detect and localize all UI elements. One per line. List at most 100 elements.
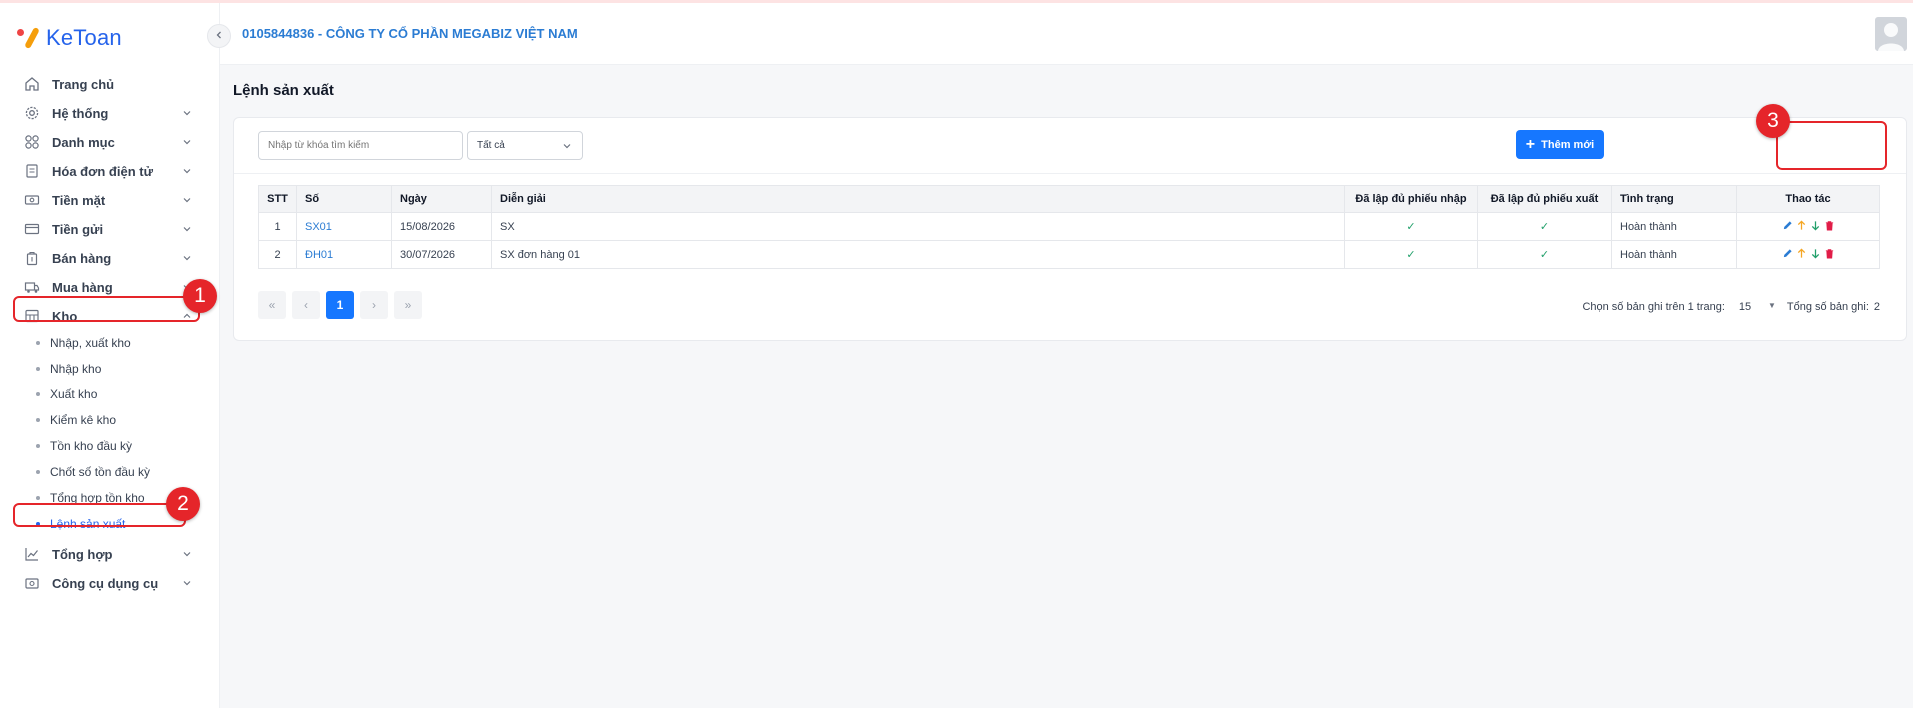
cell-ngay: 15/08/2026 bbox=[391, 212, 492, 241]
double-chevron-right-icon: » bbox=[404, 298, 412, 312]
status-filter-select[interactable]: Tất cả bbox=[467, 131, 583, 160]
sidebar-subitem-kiem-ke-kho[interactable]: Kiểm kê kho bbox=[14, 406, 190, 434]
annotation-box-kho bbox=[13, 296, 200, 322]
annotation-box-lenh-san-xuat bbox=[13, 503, 186, 527]
chevron-down-icon bbox=[180, 106, 194, 120]
annotation-badge-1: 1 bbox=[183, 279, 217, 313]
cell-tinh-trang: Hoàn thành bbox=[1611, 212, 1737, 241]
cell-tinh-trang: Hoàn thành bbox=[1611, 240, 1737, 269]
sidebar: KeToan Trang chủ Hệ thống Danh mục Hóa đ… bbox=[0, 3, 220, 708]
sidebar-item-label: Hệ thống bbox=[52, 105, 109, 121]
truck-icon bbox=[23, 278, 41, 296]
logo-mark bbox=[16, 26, 42, 50]
main-content: Lệnh sản xuất Tất cả + Thêm mới STT Số N… bbox=[220, 65, 1913, 708]
cell-so-link[interactable]: ĐH01 bbox=[296, 240, 392, 269]
sidebar-item-label: Tiền gửi bbox=[52, 221, 104, 237]
sidebar-subitem-label: Kiểm kê kho bbox=[50, 413, 117, 427]
sidebar-subitem-label: Nhập, xuất kho bbox=[50, 336, 131, 350]
sidebar-subitem-chot-so-ton[interactable]: Chốt số tồn đầu kỳ bbox=[14, 458, 190, 486]
table-header-row: STT Số Ngày Diễn giải Đã lập đủ phiếu nh… bbox=[258, 185, 1880, 213]
chevron-down-icon bbox=[180, 164, 194, 178]
sidebar-item-tien-gui[interactable]: Tiền gửi bbox=[14, 214, 200, 244]
chevron-down-icon bbox=[180, 251, 194, 265]
trash-icon[interactable] bbox=[1824, 248, 1835, 262]
column-header-phieu-xuat: Đã lập đủ phiếu xuất bbox=[1477, 185, 1612, 213]
collapse-sidebar-button[interactable] bbox=[207, 24, 231, 48]
sidebar-item-label: Mua hàng bbox=[52, 279, 113, 295]
arrow-down-icon[interactable] bbox=[1810, 248, 1821, 262]
bullet bbox=[36, 444, 40, 448]
cell-stt: 1 bbox=[258, 212, 297, 241]
edit-icon[interactable] bbox=[1782, 248, 1793, 262]
first-page-button[interactable]: « bbox=[258, 291, 286, 319]
bullet bbox=[36, 470, 40, 474]
chevron-down-icon bbox=[180, 547, 194, 561]
search-input[interactable] bbox=[258, 131, 463, 160]
invoice-icon bbox=[23, 162, 41, 180]
check-icon: ✓ bbox=[1406, 249, 1416, 261]
prev-page-button[interactable]: ‹ bbox=[292, 291, 320, 319]
sidebar-item-label: Danh mục bbox=[52, 134, 115, 150]
column-header-so: Số bbox=[296, 185, 392, 213]
double-chevron-left-icon: « bbox=[268, 298, 276, 312]
cell-so-link[interactable]: SX01 bbox=[296, 212, 392, 241]
column-header-phieu-nhap: Đã lập đủ phiếu nhập bbox=[1344, 185, 1478, 213]
arrow-down-icon[interactable] bbox=[1810, 220, 1821, 234]
column-header-thao-tac: Thao tác bbox=[1736, 185, 1880, 213]
sidebar-item-cong-cu[interactable]: Công cụ dụng cụ bbox=[14, 568, 200, 598]
sidebar-item-hoa-don[interactable]: Hóa đơn điện tử bbox=[14, 156, 200, 186]
check-icon: ✓ bbox=[1539, 221, 1550, 233]
add-new-button[interactable]: + Thêm mới bbox=[1516, 130, 1604, 159]
sidebar-item-danh-muc[interactable]: Danh mục bbox=[14, 127, 200, 157]
chart-icon bbox=[23, 545, 41, 563]
arrow-up-icon[interactable] bbox=[1796, 219, 1807, 234]
logo[interactable]: KeToan bbox=[16, 23, 122, 53]
total-label: Tổng số bản ghi: bbox=[1786, 301, 1869, 313]
avatar[interactable] bbox=[1875, 17, 1907, 51]
column-header-tinh-trang: Tình trạng bbox=[1611, 185, 1737, 213]
sidebar-item-he-thong[interactable]: Hệ thống bbox=[14, 98, 200, 128]
page-size-area: Chọn số bản ghi trên 1 trang: 15 ▼ Tổng … bbox=[1582, 296, 1880, 318]
sidebar-item-tong-hop[interactable]: Tổng hợp bbox=[14, 539, 200, 569]
table-row: 2 ĐH01 30/07/2026 SX đơn hàng 01 ✓ ✓ Hoà… bbox=[258, 240, 1880, 269]
last-page-button[interactable]: » bbox=[394, 291, 422, 319]
sidebar-subitem-label: Chốt số tồn đầu kỳ bbox=[50, 465, 151, 479]
sidebar-item-label: Trang chủ bbox=[52, 76, 115, 92]
sidebar-item-ban-hang[interactable]: Bán hàng bbox=[14, 243, 200, 273]
grid-icon bbox=[23, 133, 41, 151]
trash-icon[interactable] bbox=[1824, 220, 1835, 234]
page-button-current[interactable]: 1 bbox=[326, 291, 354, 319]
page-size-select[interactable]: 15 ▼ bbox=[1730, 296, 1782, 318]
sidebar-item-label: Bán hàng bbox=[52, 250, 112, 266]
cash-icon bbox=[23, 191, 41, 209]
home-icon bbox=[23, 75, 41, 93]
bullet bbox=[36, 341, 40, 345]
chevron-left-icon bbox=[214, 27, 224, 45]
annotation-box-add-new bbox=[1776, 121, 1887, 170]
production-orders-table: STT Số Ngày Diễn giải Đã lập đủ phiếu nh… bbox=[258, 185, 1880, 269]
sidebar-item-trang-chu[interactable]: Trang chủ bbox=[14, 69, 200, 99]
logo-text: KeToan bbox=[46, 25, 122, 50]
edit-icon[interactable] bbox=[1782, 220, 1793, 234]
sidebar-subitem-nhap-kho[interactable]: Nhập kho bbox=[14, 355, 190, 383]
sidebar-subitem-label: Tồn kho đầu kỳ bbox=[50, 439, 133, 453]
cell-phieu-nhap: ✓ bbox=[1344, 212, 1478, 241]
table-row: 1 SX01 15/08/2026 SX ✓ ✓ Hoàn thành bbox=[258, 212, 1880, 241]
arrow-up-icon[interactable] bbox=[1796, 247, 1807, 262]
sidebar-subitem-ton-kho-dau-ky[interactable]: Tồn kho đầu kỳ bbox=[14, 432, 190, 460]
chevron-down-icon bbox=[180, 193, 194, 207]
pagination: « ‹ 1 › » bbox=[258, 291, 422, 319]
sidebar-item-tien-mat[interactable]: Tiền mặt bbox=[14, 185, 200, 215]
column-header-stt: STT bbox=[258, 185, 297, 213]
column-header-ngay: Ngày bbox=[391, 185, 492, 213]
sidebar-subitem-nhap-xuat-kho[interactable]: Nhập, xuất kho bbox=[14, 329, 190, 357]
sale-icon bbox=[23, 249, 41, 267]
annotation-badge-3: 3 bbox=[1756, 104, 1790, 138]
cell-ngay: 30/07/2026 bbox=[391, 240, 492, 269]
per-page-label: Chọn số bản ghi trên 1 trang: bbox=[1582, 301, 1725, 313]
next-page-button[interactable]: › bbox=[360, 291, 388, 319]
gear-icon bbox=[23, 104, 41, 122]
sidebar-subitem-xuat-kho[interactable]: Xuất kho bbox=[14, 380, 190, 408]
plus-icon: + bbox=[1525, 135, 1536, 153]
company-name[interactable]: 0105844836 - CÔNG TY CỔ PHẦN MEGABIZ VIỆ… bbox=[242, 26, 578, 41]
